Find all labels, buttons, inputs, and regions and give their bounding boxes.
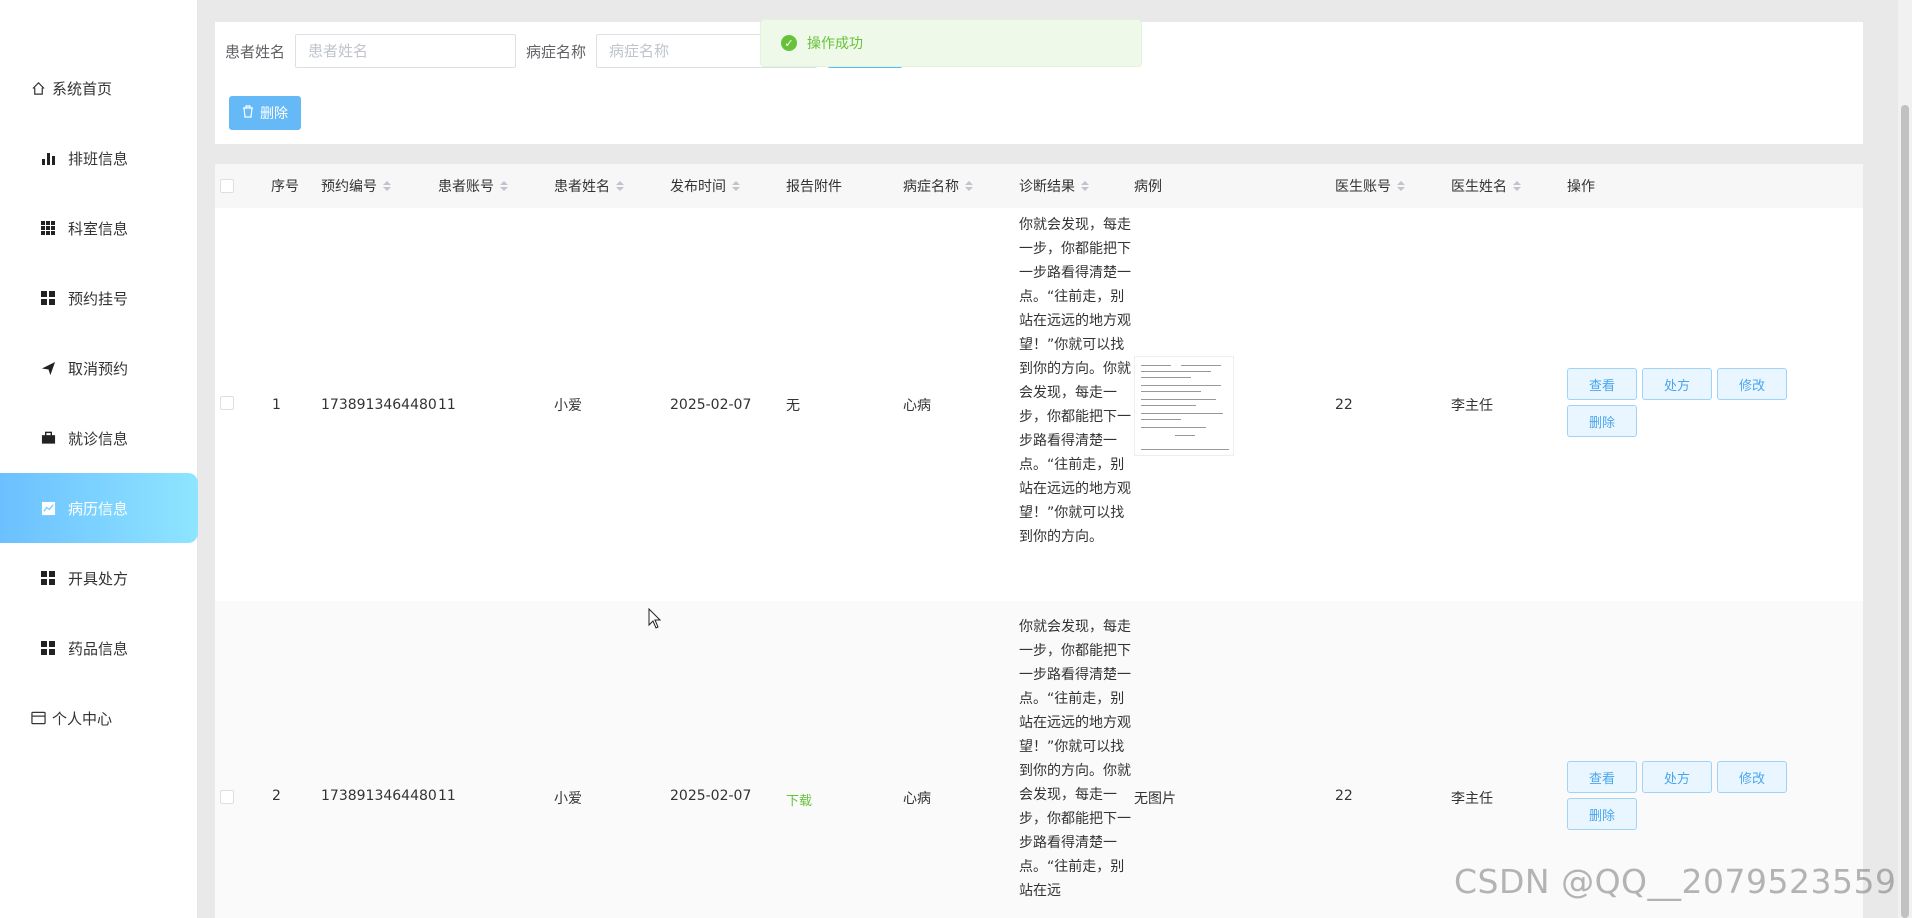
sort-icon [965, 181, 973, 191]
view-button[interactable]: 查看 [1567, 761, 1637, 793]
records-table: 序号 预约编号 患者账号 患者姓名 发布时间 报告附件 病症名称 诊断结果 病例… [215, 164, 1863, 918]
sidebar: 系统首页 排班信息 科室信息 预约挂号 取消预约 就诊信息 病历信息 开具处方 … [0, 0, 198, 918]
cell-diagnosis: 你就会发现，每走一步，你都能把下一步路看得清楚一点。“往前走，别站在远远的地方观… [1019, 619, 1131, 899]
disease-label: 病症名称 [526, 43, 587, 61]
col-doctor-name[interactable]: 医生姓名 [1451, 164, 1521, 208]
col-report: 报告附件 [786, 179, 842, 195]
sidebar-item-schedule[interactable]: 排班信息 [0, 123, 198, 193]
cell-report: 无 [786, 397, 800, 414]
col-case: 病例 [1134, 179, 1162, 195]
cell-patient-name: 小爱 [554, 791, 582, 807]
sidebar-item-appointment[interactable]: 预约挂号 [0, 263, 198, 333]
prescribe-button[interactable]: 处方 [1642, 368, 1712, 400]
col-patient-name[interactable]: 患者姓名 [554, 164, 624, 208]
sort-icon [616, 181, 624, 191]
sidebar-item-label: 预约挂号 [68, 289, 129, 308]
send-icon [40, 360, 56, 376]
sort-icon [1397, 181, 1405, 191]
patient-name-input[interactable] [295, 34, 516, 68]
cell-disease: 心病 [903, 397, 931, 414]
sidebar-item-medical-record[interactable]: 病历信息 [0, 473, 198, 543]
prescribe-button[interactable]: 处方 [1642, 761, 1712, 793]
home-icon [30, 80, 46, 96]
cell-index: 2 [272, 788, 281, 804]
edit-button[interactable]: 修改 [1717, 368, 1787, 400]
sidebar-item-label: 开具处方 [68, 569, 129, 588]
apps-icon [40, 290, 56, 306]
view-button[interactable]: 查看 [1567, 368, 1637, 400]
cell-patient-account: 11 [438, 788, 456, 804]
cell-disease: 心病 [903, 791, 931, 807]
col-patient-account[interactable]: 患者账号 [438, 164, 508, 208]
cell-publish-time: 2025-02-07 [670, 396, 752, 413]
sidebar-item-home[interactable]: 系统首页 [0, 53, 198, 123]
batch-delete-label: 删除 [260, 106, 288, 122]
grid-icon [40, 220, 56, 236]
sidebar-item-department[interactable]: 科室信息 [0, 193, 198, 263]
sidebar-item-cancel-appointment[interactable]: 取消预约 [0, 333, 198, 403]
row-checkbox[interactable] [220, 790, 234, 808]
edit-button[interactable]: 修改 [1717, 761, 1787, 793]
sort-icon [732, 181, 740, 191]
sidebar-item-label: 就诊信息 [68, 429, 129, 448]
col-index: 序号 [271, 179, 299, 195]
cell-patient-name: 小爱 [554, 397, 582, 414]
card-icon [30, 710, 46, 726]
sort-icon [1513, 181, 1521, 191]
sidebar-item-label: 系统首页 [52, 79, 113, 98]
sidebar-item-profile[interactable]: 个人中心 [0, 683, 198, 753]
cell-case: 无图片 [1134, 791, 1176, 807]
case-image-thumbnail[interactable] [1134, 356, 1234, 456]
download-link[interactable]: 下载 [786, 790, 812, 809]
bar-chart-icon [40, 150, 56, 166]
mouse-cursor-icon [648, 607, 662, 634]
apps-icon [40, 570, 56, 586]
col-appointment-no[interactable]: 预约编号 [321, 164, 391, 208]
cell-appointment-no: 1738913464480 [321, 788, 437, 804]
col-disease[interactable]: 病症名称 [903, 164, 973, 208]
success-toast: ✓ 操作成功 [760, 19, 1142, 67]
batch-delete-button[interactable]: 删除 [229, 96, 301, 130]
briefcase-icon [40, 430, 56, 446]
sidebar-item-label: 病历信息 [68, 499, 129, 518]
cell-appointment-no: 1738913464480 [321, 396, 437, 413]
sort-icon [383, 181, 391, 191]
col-diagnosis[interactable]: 诊断结果 [1019, 164, 1089, 208]
col-doctor-account[interactable]: 医生账号 [1335, 164, 1405, 208]
scrollbar-thumb[interactable] [1901, 105, 1909, 918]
select-all-checkbox[interactable] [220, 164, 234, 208]
sidebar-item-label: 药品信息 [68, 639, 129, 658]
toast-message: 操作成功 [807, 36, 863, 52]
cell-doctor-name: 李主任 [1451, 791, 1493, 807]
cell-publish-time: 2025-02-07 [670, 788, 752, 804]
table-row: 1 1738913464480 11 小爱 2025-02-07 无 心病 你就… [215, 208, 1863, 601]
sort-icon [1081, 181, 1089, 191]
sort-icon [500, 181, 508, 191]
delete-button[interactable]: 删除 [1567, 798, 1637, 830]
sidebar-item-label: 个人中心 [52, 709, 113, 728]
patient-name-label: 患者姓名 [225, 43, 286, 61]
trash-icon [242, 104, 254, 122]
sidebar-item-label: 排班信息 [68, 149, 129, 168]
chart-icon [40, 500, 56, 516]
sidebar-item-label: 取消预约 [68, 359, 129, 378]
cell-patient-account: 11 [438, 396, 456, 413]
sidebar-item-prescription[interactable]: 开具处方 [0, 543, 198, 613]
sidebar-item-label: 科室信息 [68, 219, 129, 238]
cell-doctor-name: 李主任 [1451, 397, 1493, 414]
cell-doctor-account: 22 [1335, 788, 1353, 804]
row-checkbox[interactable] [220, 395, 234, 414]
sidebar-item-visit[interactable]: 就诊信息 [0, 403, 198, 473]
table-header: 序号 预约编号 患者账号 患者姓名 发布时间 报告附件 病症名称 诊断结果 病例… [215, 164, 1863, 208]
apps-icon [40, 640, 56, 656]
sidebar-item-medicine[interactable]: 药品信息 [0, 613, 198, 683]
col-publish-time[interactable]: 发布时间 [670, 164, 740, 208]
col-actions: 操作 [1567, 179, 1595, 195]
cell-doctor-account: 22 [1335, 396, 1353, 413]
delete-button[interactable]: 删除 [1567, 405, 1637, 437]
cell-index: 1 [272, 396, 281, 413]
check-circle-icon: ✓ [781, 35, 797, 51]
cell-diagnosis: 你就会发现，每走一步，你都能把下一步路看得清楚一点。“往前走，别站在远远的地方观… [1019, 217, 1131, 545]
watermark: CSDN @QQ__2079523559 [1454, 862, 1897, 901]
